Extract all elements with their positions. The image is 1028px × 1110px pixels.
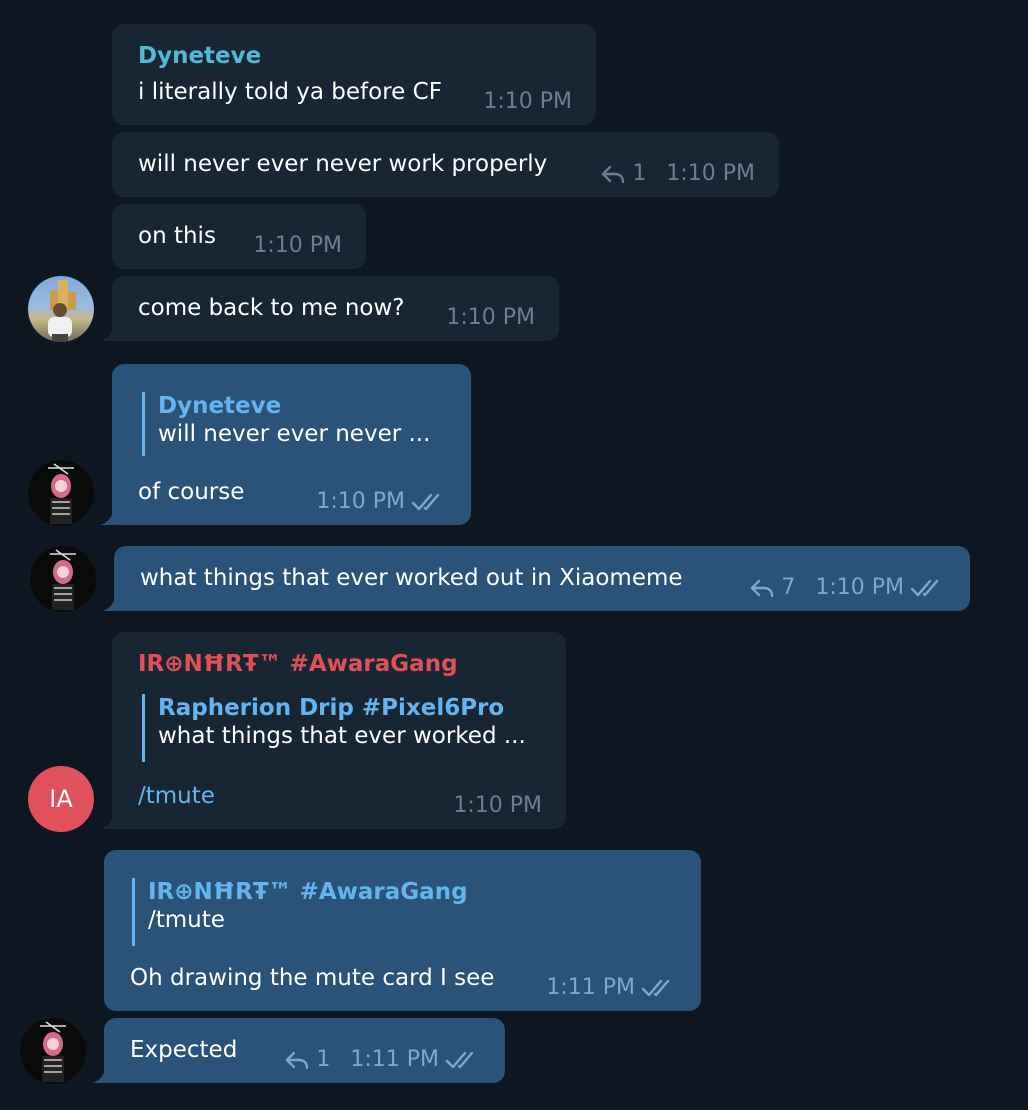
message-time: 1:10 PM	[446, 305, 535, 330]
avatar[interactable]	[28, 460, 94, 526]
command-link[interactable]: /tmute	[138, 782, 215, 810]
message-bubble[interactable]: Dyneteve i literally told ya before CF 1…	[112, 24, 596, 125]
message-meta: 1:10 PM	[446, 305, 535, 331]
message-bubble[interactable]: Expected 1 1:11 PM	[104, 1018, 505, 1083]
reply-count[interactable]: 1	[316, 1047, 330, 1073]
message-text: Oh drawing the mute card I see	[130, 965, 495, 991]
reply-icon[interactable]	[284, 1050, 310, 1070]
avatar-initials: IA	[49, 785, 73, 813]
message-time: 1:10 PM	[453, 793, 542, 818]
message-text: Expected	[130, 1037, 238, 1063]
message-time: 1:10 PM	[666, 161, 755, 186]
message-text: come back to me now?	[138, 295, 405, 321]
quote-text: what things that ever worked ...	[158, 723, 526, 749]
message-meta: 7 1:10 PM	[749, 575, 946, 601]
message-text: of course	[138, 479, 245, 505]
avatar[interactable]	[30, 546, 96, 612]
message-meta: 1:11 PM	[546, 975, 677, 1001]
message-time: 1:11 PM	[546, 975, 635, 1000]
message-bubble[interactable]: will never ever never work properly 1 1:…	[112, 132, 779, 197]
message-time: 1:10 PM	[483, 89, 572, 114]
message-text: i literally told ya before CF	[138, 79, 442, 105]
double-check-icon	[641, 978, 677, 998]
anime-avatar-icon	[48, 463, 74, 524]
quote-sender: Dyneteve	[158, 393, 282, 419]
reply-count[interactable]: 7	[781, 575, 795, 601]
reply-icon[interactable]	[749, 578, 775, 598]
reply-quote[interactable]: IR⊕NĦRŦ™ #AwaraGang /tmute	[132, 878, 468, 946]
quote-text: /tmute	[148, 907, 225, 933]
double-check-icon	[411, 492, 447, 512]
message-meta: 1:10 PM	[483, 89, 572, 115]
reply-quote[interactable]: Rapherion Drip #Pixel6Pro what things th…	[142, 694, 526, 762]
message-bubble[interactable]: come back to me now? 1:10 PM	[112, 276, 559, 341]
sender-name[interactable]: IR⊕NĦRŦ™ #AwaraGang	[138, 650, 458, 678]
message-time: 1:11 PM	[350, 1047, 439, 1072]
message-text: will never ever never work properly	[138, 151, 548, 177]
reply-count[interactable]: 1	[632, 161, 646, 187]
user-photo-icon	[48, 280, 76, 342]
message-meta: 1:10 PM	[316, 489, 447, 515]
message-time: 1:10 PM	[815, 575, 904, 600]
reply-quote[interactable]: Dyneteve will never ever never ...	[142, 392, 430, 456]
message-text: what things that ever worked out in Xiao…	[140, 565, 683, 591]
message-bubble[interactable]: IR⊕NĦRŦ™ #AwaraGang /tmute Oh drawing th…	[104, 850, 701, 1011]
message-bubble[interactable]: on this 1:10 PM	[112, 204, 366, 269]
avatar[interactable]	[20, 1018, 86, 1084]
reply-icon[interactable]	[600, 164, 626, 184]
quote-sender: IR⊕NĦRŦ™ #AwaraGang	[148, 879, 468, 905]
double-check-icon	[445, 1050, 481, 1070]
message-time: 1:10 PM	[253, 233, 342, 258]
quote-text: will never ever never ...	[158, 421, 431, 447]
quote-sender: Rapherion Drip #Pixel6Pro	[158, 695, 505, 721]
avatar[interactable]: IA	[28, 766, 94, 832]
message-meta: 1:10 PM	[453, 793, 542, 819]
anime-avatar-icon	[50, 549, 76, 610]
message-time: 1:10 PM	[316, 489, 405, 514]
anime-avatar-icon	[40, 1021, 66, 1082]
message-text: on this	[138, 223, 216, 249]
message-bubble[interactable]: what things that ever worked out in Xiao…	[114, 546, 970, 611]
avatar[interactable]	[28, 276, 94, 342]
message-meta: 1:10 PM	[253, 233, 342, 259]
message-meta: 1 1:11 PM	[284, 1047, 481, 1073]
double-check-icon	[910, 578, 946, 598]
message-bubble[interactable]: Dyneteve will never ever never ... of co…	[112, 364, 471, 525]
message-bubble[interactable]: IR⊕NĦRŦ™ #AwaraGang Rapherion Drip #Pixe…	[112, 632, 566, 829]
message-meta: 1 1:10 PM	[600, 161, 755, 187]
sender-name[interactable]: Dyneteve	[138, 42, 261, 70]
